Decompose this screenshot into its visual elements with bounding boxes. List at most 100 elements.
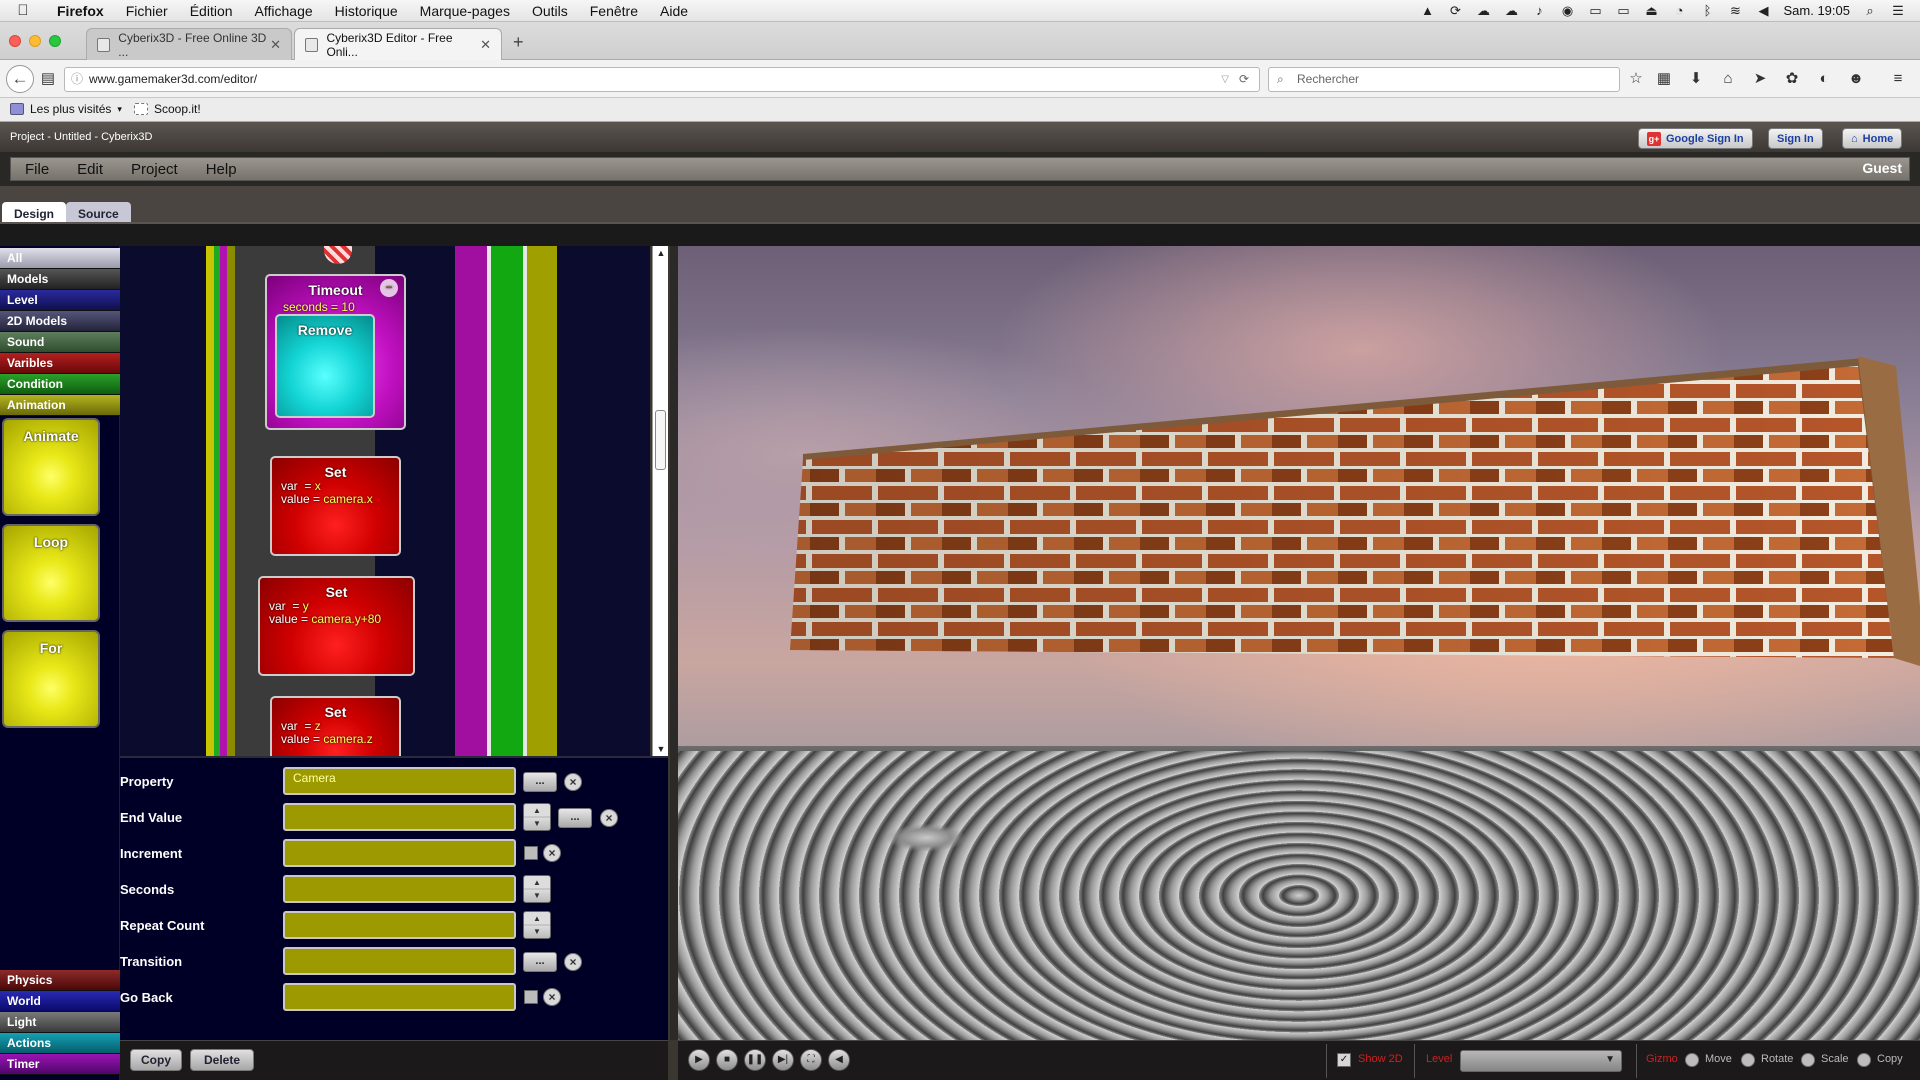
site-info-icon[interactable]: ⓘ xyxy=(71,68,83,91)
close-window-icon[interactable] xyxy=(9,35,21,47)
increment-clear-icon[interactable]: × xyxy=(543,844,561,862)
show-2d-checkbox[interactable]: ✓ xyxy=(1337,1053,1351,1067)
chat-icon[interactable]: ☻ xyxy=(1846,69,1866,89)
repeat-count-stepper[interactable]: ▲ ▼ xyxy=(523,911,551,939)
level-select[interactable]: ▼ xyxy=(1460,1050,1622,1072)
seconds-stepper[interactable]: ▲ ▼ xyxy=(523,875,551,903)
bookmark-scoopit[interactable]: Scoop.it! xyxy=(134,102,201,116)
mac-menu-fichier[interactable]: Fichier xyxy=(115,3,179,19)
wifi-icon[interactable]: ≋ xyxy=(1728,3,1744,18)
prop-input-property[interactable]: Camera xyxy=(283,767,516,795)
back-button[interactable]: ← xyxy=(6,65,34,93)
reload-icon[interactable]: ⟳ xyxy=(1239,68,1249,91)
addon-icon[interactable]: ✿ xyxy=(1782,69,1802,89)
home-button[interactable]: ⌂ Home xyxy=(1842,128,1903,149)
bookmark-star-icon[interactable]: ☆ xyxy=(1626,69,1646,89)
gizmo-copy-radio[interactable] xyxy=(1857,1053,1871,1067)
category-actions[interactable]: Actions xyxy=(0,1033,120,1054)
search-input[interactable]: ⌕ Rechercher xyxy=(1268,67,1620,92)
mac-menu-outils[interactable]: Outils xyxy=(521,3,579,19)
notification-center-icon[interactable]: ☰ xyxy=(1890,3,1906,18)
notification-icon[interactable]: ♪ xyxy=(1532,3,1548,18)
prop-input-end-value[interactable] xyxy=(283,803,516,831)
prop-input-go-back[interactable] xyxy=(283,983,516,1011)
share-icon[interactable]: ➤ xyxy=(1750,69,1770,89)
reader-icon[interactable]: ▤ xyxy=(38,69,58,89)
prop-input-seconds[interactable] xyxy=(283,875,516,903)
menu-file[interactable]: File xyxy=(11,161,63,178)
scroll-up-icon[interactable]: ▲ xyxy=(653,246,669,260)
mac-menu-historique[interactable]: Historique xyxy=(324,3,409,19)
gizmo-rotate-radio[interactable] xyxy=(1741,1053,1755,1067)
go-back-clear-icon[interactable]: × xyxy=(543,988,561,1006)
downloads-icon[interactable]: ⬇ xyxy=(1686,69,1706,89)
prop-browse-button[interactable]: ... xyxy=(523,772,557,792)
hamburger-menu-icon[interactable]: ≡ xyxy=(1888,69,1908,89)
set-block-y[interactable]: Set var = y value = camera.y+80 xyxy=(258,576,415,676)
new-tab-button[interactable]: + xyxy=(513,32,524,53)
mac-menu-edition[interactable]: Édition xyxy=(179,3,244,19)
set-block-z[interactable]: Set var = z value = camera.z xyxy=(270,696,401,756)
palette-block-animate[interactable]: Animate xyxy=(2,418,100,516)
browser-tab-1[interactable]: Cyberix3D - Free Online 3D ... ✕ xyxy=(86,28,292,60)
palette-block-for[interactable]: For xyxy=(2,630,100,728)
3d-viewport[interactable] xyxy=(678,246,1920,1040)
category-condition[interactable]: Condition xyxy=(0,374,120,395)
category-all[interactable]: All xyxy=(0,248,120,269)
menu-help[interactable]: Help xyxy=(192,161,251,178)
gizmo-move-radio[interactable] xyxy=(1685,1053,1699,1067)
drive-icon[interactable]: ▲ xyxy=(1420,3,1436,18)
copy-button[interactable]: Copy xyxy=(130,1049,182,1071)
prop-input-repeat-count[interactable] xyxy=(283,911,516,939)
category-sound[interactable]: Sound xyxy=(0,332,120,353)
end-value-browse-button[interactable]: ... xyxy=(558,808,592,828)
collapse-button[interactable]: − xyxy=(380,279,398,297)
mac-app-name[interactable]: Firefox xyxy=(46,3,115,19)
menu-edit[interactable]: Edit xyxy=(63,161,117,178)
bookmark-most-visited[interactable]: Les plus visités ▾ xyxy=(10,102,122,116)
delete-button[interactable]: Delete xyxy=(190,1049,254,1071)
increment-checkbox[interactable] xyxy=(524,846,538,860)
clock[interactable]: Sam. 19:05 xyxy=(1784,3,1851,18)
time-machine-icon[interactable]: ◔ xyxy=(1672,3,1688,18)
mac-menu-fenetre[interactable]: Fenêtre xyxy=(579,3,649,19)
mac-menu-aide[interactable]: Aide xyxy=(649,3,699,19)
transition-browse-button[interactable]: ... xyxy=(523,952,557,972)
pocket-icon[interactable]: ◐ xyxy=(1814,69,1834,89)
prop-input-transition[interactable] xyxy=(283,947,516,975)
bookmarks-list-icon[interactable]: ▦ xyxy=(1654,69,1674,89)
creative-cloud-icon[interactable]: ☁ xyxy=(1504,3,1520,18)
category-models[interactable]: Models xyxy=(0,269,120,290)
mac-menu-marque-pages[interactable]: Marque-pages xyxy=(409,3,521,19)
set-block-x[interactable]: Set var = x value = camera.x xyxy=(270,456,401,556)
browser-tab-2[interactable]: Cyberix3D Editor - Free Onli... ✕ xyxy=(294,28,502,60)
prop-input-increment[interactable] xyxy=(283,839,516,867)
inbox-icon[interactable]: ▭ xyxy=(1588,3,1604,18)
palette-block-loop[interactable]: Loop xyxy=(2,524,100,622)
volume-icon[interactable]: ◀ xyxy=(1756,3,1772,18)
menu-project[interactable]: Project xyxy=(117,161,192,178)
category-2d-models[interactable]: 2D Models xyxy=(0,311,120,332)
zoom-window-icon[interactable] xyxy=(49,35,61,47)
prop-clear-icon[interactable]: × xyxy=(564,773,582,791)
play-icon[interactable]: ▶ xyxy=(688,1049,710,1071)
category-physics[interactable]: Physics xyxy=(0,970,120,991)
sign-in-button[interactable]: Sign In xyxy=(1768,128,1823,149)
end-value-clear-icon[interactable]: × xyxy=(600,809,618,827)
apple-icon[interactable]:  xyxy=(0,2,46,19)
category-light[interactable]: Light xyxy=(0,1012,120,1033)
airplay-icon[interactable]: ▭ xyxy=(1616,3,1632,18)
pause-icon[interactable]: ❚❚ xyxy=(744,1049,766,1071)
url-field[interactable]: ⓘ www.gamemaker3d.com/editor/ ⟳ ▽ xyxy=(64,67,1260,92)
tab-close-icon[interactable]: ✕ xyxy=(270,37,281,53)
timeout-param[interactable]: seconds = 10 xyxy=(283,300,355,314)
step-icon[interactable]: ▶| xyxy=(772,1049,794,1071)
scroll-down-icon[interactable]: ▼ xyxy=(653,742,669,756)
tab-close-icon[interactable]: ✕ xyxy=(480,37,491,53)
remove-block[interactable]: Remove xyxy=(275,314,375,418)
timeout-block[interactable]: Timeout − seconds = 10 Remove xyxy=(265,274,406,430)
bluetooth-icon[interactable]: ᛒ xyxy=(1700,3,1716,18)
scroll-thumb[interactable] xyxy=(655,410,666,470)
url-dropdown-icon[interactable]: ▽ xyxy=(1221,68,1229,91)
spotlight-search-icon[interactable]: ⌕ xyxy=(1862,3,1878,18)
